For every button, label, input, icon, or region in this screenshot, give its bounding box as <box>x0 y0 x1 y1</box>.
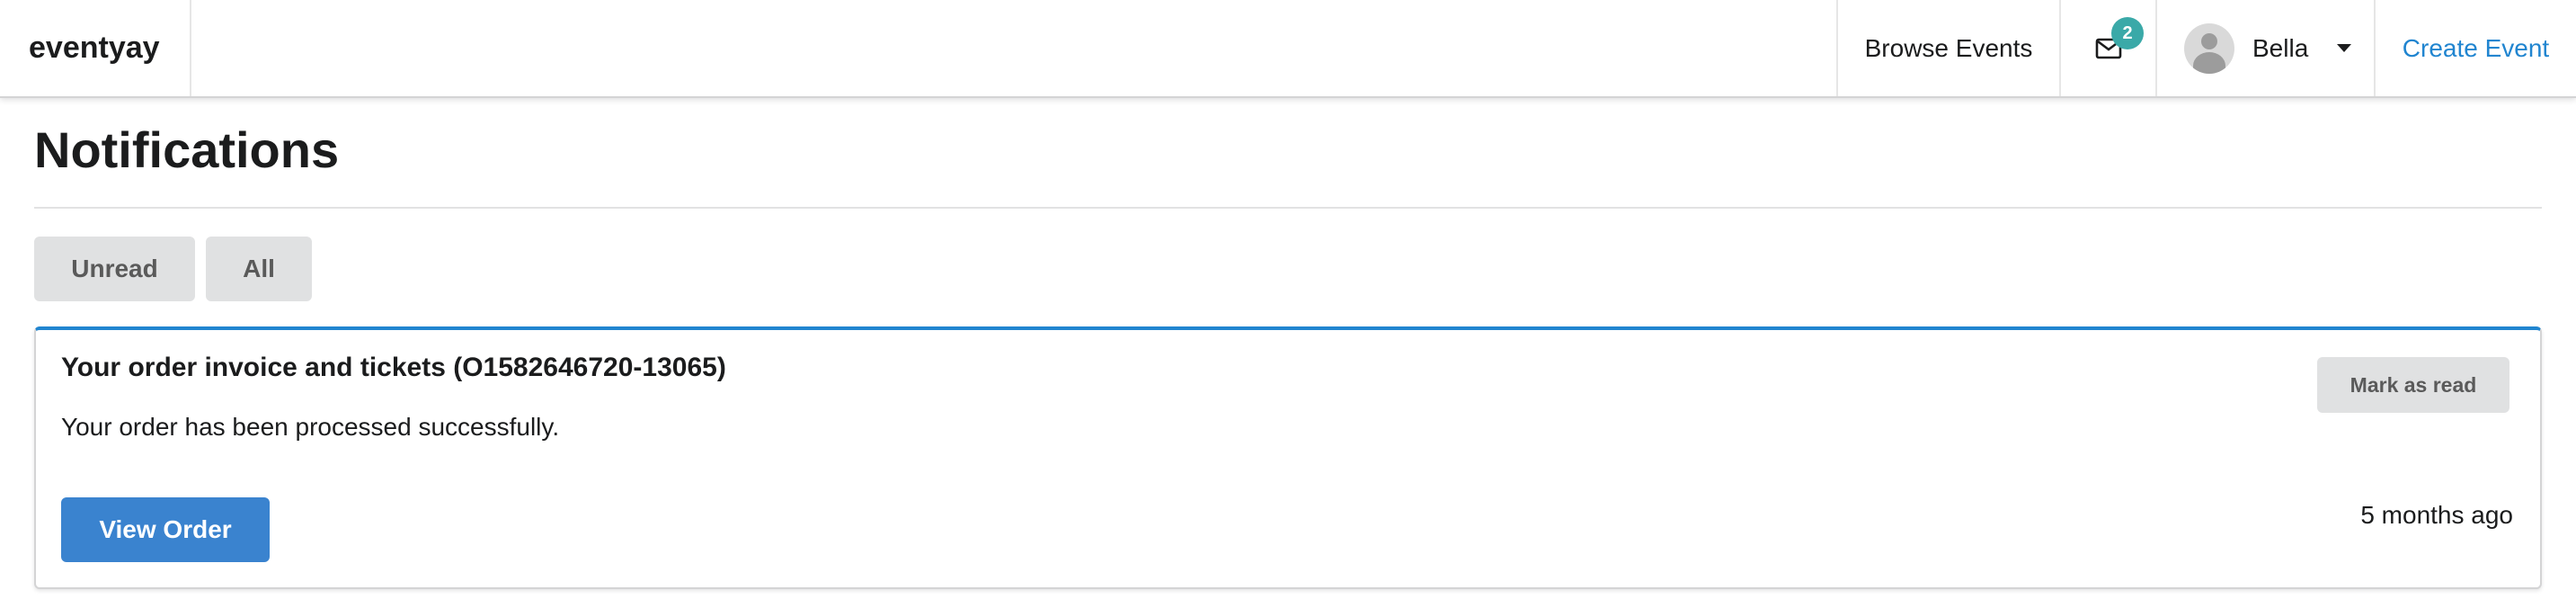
user-name: Bella <box>2252 33 2309 62</box>
notification-timestamp: 5 months ago <box>2360 501 2513 529</box>
notification-title: Your order invoice and tickets (O1582646… <box>61 353 726 382</box>
page-title: Notifications <box>34 121 340 178</box>
mark-as-read-button[interactable]: Mark as read <box>2317 357 2509 413</box>
notifications-button[interactable]: 2 <box>2059 0 2155 96</box>
top-navbar: eventyay Browse Events 2 Bella Create Ev… <box>0 0 2576 98</box>
filter-all-button[interactable]: All <box>206 237 312 301</box>
user-menu-dropdown[interactable]: Bella <box>2155 0 2374 96</box>
notification-card: Your order invoice and tickets (O1582646… <box>34 326 2542 589</box>
notification-description: Your order has been processed successful… <box>61 413 560 441</box>
title-divider <box>34 207 2542 209</box>
caret-down-icon <box>2337 44 2352 52</box>
filter-unread-button[interactable]: Unread <box>34 237 195 301</box>
brand-logo[interactable]: eventyay <box>0 0 191 96</box>
navbar-spacer <box>191 0 1836 96</box>
notification-count-badge: 2 <box>2111 17 2144 49</box>
create-event-link[interactable]: Create Event <box>2374 0 2576 96</box>
browse-events-link[interactable]: Browse Events <box>1836 0 2059 96</box>
view-order-button[interactable]: View Order <box>61 497 270 562</box>
avatar <box>2184 22 2234 74</box>
